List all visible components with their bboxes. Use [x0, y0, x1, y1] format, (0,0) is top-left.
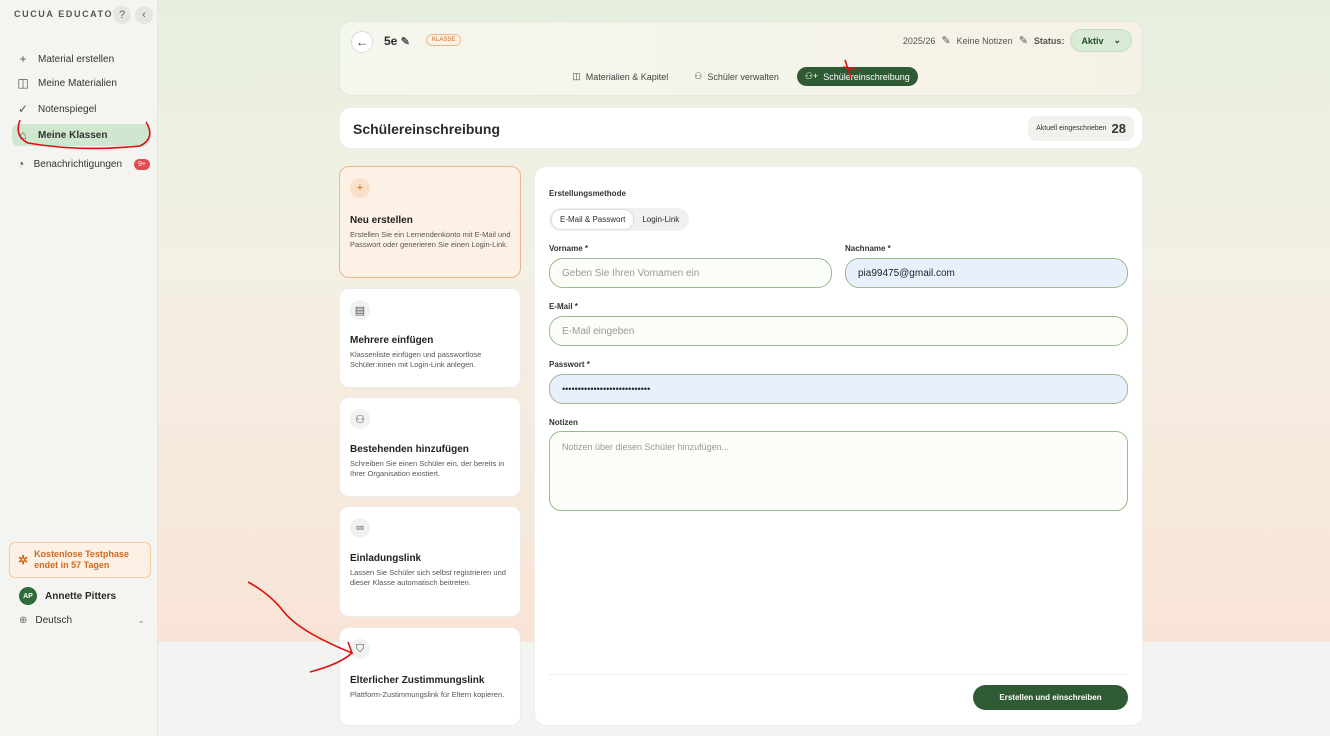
method-card-bestehenden-hinzufuegen[interactable]: ⚇ Bestehenden hinzufügen Schreiben Sie e… [339, 397, 521, 497]
create-and-enroll-button[interactable]: Erstellen und einschreiben [973, 685, 1128, 710]
option-email-password[interactable]: E-Mail & Passwort [551, 209, 635, 230]
globe-icon: ⊕ [19, 615, 28, 626]
status-dropdown[interactable]: Aktiv ⌄ [1070, 29, 1132, 52]
sidebar-item-notenspiegel[interactable]: ✓ Notenspiegel [12, 98, 150, 120]
class-tabs: ◫ Materialien & Kapitel ⚇ Schüler verwal… [340, 67, 1142, 86]
sidebar-item-label: Notenspiegel [38, 103, 97, 115]
pencil-icon[interactable]: ✎ [1019, 34, 1028, 47]
pencil-icon[interactable]: ✎ [941, 34, 950, 47]
shield-check-icon: ⛉ [350, 639, 370, 659]
method-card-mehrere-einfuegen[interactable]: ▤ Mehrere einfügen Klassenliste einfügen… [339, 288, 521, 388]
vorname-label: Vorname * [549, 244, 588, 253]
card-title: Mehrere einfügen [350, 335, 434, 346]
link-icon: ∞ [350, 518, 370, 538]
sidebar-item-label: Material erstellen [38, 53, 115, 65]
book-icon: ◫ [572, 71, 581, 81]
card-title: Einladungslink [350, 553, 422, 564]
status-label: Status: [1033, 35, 1065, 46]
plus-icon: + [19, 52, 27, 66]
brand-logo: CUCUA EDUCATOR [14, 9, 122, 19]
notes-textarea[interactable]: Notizen über diesen Schüler hinzufügen..… [549, 431, 1128, 511]
class-title: 5e ✎ [384, 34, 410, 48]
graduation-cap-icon: ⌂ [19, 128, 27, 142]
back-button[interactable]: ← [351, 31, 373, 53]
collapse-sidebar-icon[interactable]: ‹ [135, 6, 153, 24]
user-plus-icon: ⚇+ [804, 71, 819, 81]
method-card-neu-erstellen[interactable]: + Neu erstellen Erstellen Sie ein Lernen… [339, 166, 521, 278]
book-icon: ◫ [17, 76, 29, 90]
tab-schuelereinschreibung[interactable]: ⚇+ Schülereinschreibung [796, 67, 918, 86]
header-meta: 2025/26 ✎ Keine Notizen ✎ Status: Aktiv … [903, 29, 1132, 52]
sidebar-item-label: Meine Materialien [38, 77, 117, 89]
help-icon[interactable]: ? [113, 6, 131, 24]
card-description: Schreiben Sie einen Schüler ein, der ber… [350, 459, 505, 478]
method-label: Erstellungsmethode [549, 189, 626, 198]
language-value: Deutsch [35, 615, 73, 626]
user-profile[interactable]: AP Annette Pitters [19, 587, 116, 605]
email-input[interactable]: E-Mail eingeben [549, 316, 1128, 346]
vorname-input[interactable]: Geben Sie Ihren Vornamen ein [549, 258, 832, 288]
tab-materialien[interactable]: ◫ Materialien & Kapitel [564, 67, 676, 86]
avatar: AP [19, 587, 37, 605]
divider [549, 674, 1128, 675]
tab-label: Schüler verwalten [707, 71, 779, 82]
nachname-label: Nachname * [845, 244, 891, 253]
enrollment-form: Erstellungsmethode E-Mail & Passwort Log… [534, 166, 1143, 726]
sidebar: CUCUA EDUCATOR ? ‹ + Material erstellen … [0, 0, 158, 736]
class-header: ← 5e ✎ KLASSE 2025/26 ✎ Keine Notizen ✎ … [339, 21, 1143, 96]
pencil-icon[interactable]: ✎ [401, 36, 410, 48]
class-tag: KLASSE [426, 34, 462, 46]
user-name: Annette Pitters [45, 590, 117, 602]
card-description: Plattform-Zustimmungslink für Eltern kop… [350, 690, 505, 699]
nachname-input[interactable]: pia99475@gmail.com [845, 258, 1128, 288]
class-name: 5e [384, 34, 398, 48]
sidebar-item-meine-materialien[interactable]: ◫ Meine Materialien [12, 72, 150, 94]
tab-label: Schülereinschreibung [823, 71, 910, 82]
enrolled-count-badge: Aktuell eingeschrieben 28 [1028, 116, 1134, 141]
creation-method-toggle: E-Mail & Passwort Login-Link [549, 208, 690, 231]
method-card-einladungslink[interactable]: ∞ Einladungslink Lassen Sie Schüler sich… [339, 506, 521, 617]
card-title: Bestehenden hinzufügen [350, 444, 469, 455]
trial-banner[interactable]: ✲ Kostenlose Testphase endet in 57 Tagen [9, 542, 151, 578]
page-title-bar: Schülereinschreibung Aktuell eingeschrie… [339, 107, 1143, 149]
sidebar-item-meine-klassen[interactable]: ⌂ Meine Klassen [12, 124, 150, 146]
enrolled-count: 28 [1111, 121, 1126, 136]
enrolled-label: Aktuell eingeschrieben [1036, 125, 1107, 132]
users-icon: ⚇ [694, 71, 703, 81]
email-label: E-Mail * [549, 302, 578, 311]
trial-line-1: Kostenlose Testphase [34, 549, 129, 559]
page-title: Schülereinschreibung [353, 121, 501, 137]
sidebar-item-material-erstellen[interactable]: + Material erstellen [12, 48, 150, 70]
notes-text: Keine Notizen [956, 35, 1013, 46]
card-title: Neu erstellen [350, 215, 413, 226]
sidebar-item-label: Benachrichtigungen [33, 158, 123, 170]
notes-label: Notizen [549, 418, 578, 427]
tab-schueler-verwalten[interactable]: ⚇ Schüler verwalten [686, 67, 787, 86]
sparkle-icon: ✲ [18, 552, 29, 567]
sidebar-item-benachrichtigungen[interactable]: ◔ Benachrichtigungen 9+ [12, 153, 150, 175]
method-card-elterlicher-zustimmungslink[interactable]: ⛉ Elterlicher Zustimmungslink Plattform-… [339, 627, 521, 726]
school-year: 2025/26 [902, 35, 936, 46]
password-input[interactable]: •••••••••••••••••••••••••••• [549, 374, 1128, 404]
password-label: Passwort * [549, 360, 590, 369]
card-description: Lassen Sie Schüler sich selbst registrie… [350, 568, 506, 587]
user-plus-icon: ⚇ [350, 409, 370, 429]
sidebar-item-label: Meine Klassen [38, 129, 108, 141]
card-description: Erstellen Sie ein Lernendenkonto mit E-M… [350, 230, 511, 249]
card-title: Elterlicher Zustimmungslink [350, 675, 485, 686]
trial-line-2: endet in 57 Tagen [34, 560, 110, 570]
language-select[interactable]: ⊕ Deutsch ⌄ [19, 615, 145, 626]
chevron-down-icon: ⌄ [137, 615, 145, 625]
chevron-down-icon: ⌄ [1113, 35, 1121, 45]
tab-label: Materialien & Kapitel [585, 71, 669, 82]
clipboard-icon: ▤ [350, 300, 370, 320]
option-login-link[interactable]: Login-Link [634, 210, 687, 229]
arrow-left-icon: ← [356, 35, 368, 49]
notification-badge: 9+ [134, 158, 150, 170]
card-description: Klassenliste einfügen und passwortlose S… [350, 350, 482, 369]
status-value: Aktiv [1081, 35, 1104, 46]
check-icon: ✓ [17, 102, 29, 116]
plus-icon: + [350, 178, 370, 198]
bell-icon: ◔ [17, 157, 25, 171]
